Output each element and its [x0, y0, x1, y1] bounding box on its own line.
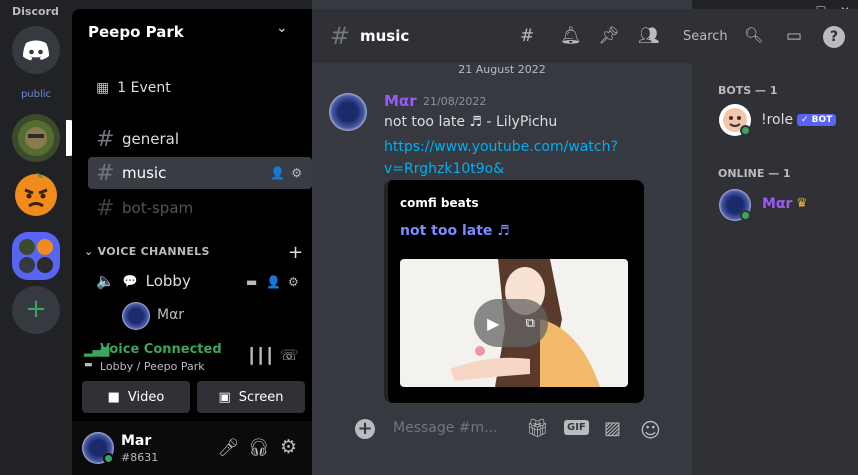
voice-channel-label: Lobby [145, 272, 191, 290]
noise-suppression-icon[interactable]: ┃┃┃ [247, 347, 274, 365]
channel-music[interactable]: # music 👤 ⚙ [88, 157, 312, 189]
channel-label: music [122, 164, 167, 182]
threads-icon[interactable]: # [520, 26, 534, 46]
message-avatar[interactable] [329, 93, 367, 131]
avatar[interactable] [122, 302, 150, 330]
invite-icon[interactable]: 👤 [266, 275, 281, 289]
hash-icon: # [96, 195, 115, 221]
disconnect-icon[interactable]: ☏ [280, 346, 299, 364]
hash-icon: # [96, 160, 115, 186]
embed-title[interactable]: not too late ♬ [400, 223, 510, 239]
voice-category-label: VOICE CHANNELS [97, 245, 210, 258]
play-icon: ▶ [487, 313, 500, 333]
open-external-icon: ⧉ [525, 315, 535, 331]
app-brand: Discord [12, 5, 59, 18]
discriminator: #8631 [121, 451, 159, 464]
discord-app: Discord — ☐ ✕ public + Peepo Park ⌄ ▦ 1 … [0, 0, 858, 475]
attach-plus-icon[interactable]: + [355, 419, 375, 439]
events-label: 1 Event [117, 80, 171, 96]
hash-icon: # [96, 126, 115, 152]
online-header: ONLINE — 1 [718, 167, 791, 180]
home-button[interactable] [12, 26, 60, 74]
message-timestamp: 21/08/2022 [423, 95, 487, 108]
server-icon-game[interactable] [12, 114, 60, 162]
soldier-avatar-icon [18, 120, 54, 156]
gear-icon[interactable]: ⚙ [288, 275, 299, 289]
play-button[interactable]: ▶ ⧉ [474, 299, 548, 347]
search-input[interactable]: Search [683, 29, 728, 44]
online-status-icon [740, 125, 751, 136]
bell-icon[interactable]: 🔔︎ [560, 26, 582, 46]
online-status-icon [740, 210, 751, 221]
video-camera-icon: ■ [107, 389, 120, 405]
voice-user-name[interactable]: Mαr [157, 307, 184, 323]
channel-bot-spam[interactable]: # bot-spam [88, 192, 312, 224]
server-folder-icon [19, 239, 53, 273]
pin-icon[interactable]: 📌︎ [598, 26, 620, 46]
emoji-icon[interactable]: ☺ [640, 418, 661, 442]
search-icon[interactable]: 🔍︎ [744, 26, 763, 44]
invite-icon[interactable]: 👤 [270, 166, 285, 180]
events-link[interactable]: ▦ 1 Event [96, 80, 171, 96]
gift-icon[interactable]: 🎁︎ [526, 418, 549, 439]
online-status-icon [103, 453, 114, 464]
headphones-icon[interactable]: 🎧︎ [248, 438, 270, 458]
voice-category[interactable]: ⌄ VOICE CHANNELS [84, 245, 210, 258]
chat-icon: 💬 [122, 274, 138, 288]
channel-label: bot-spam [122, 199, 194, 217]
screen-share-button[interactable]: ▣ Screen [197, 381, 305, 413]
screen-label: Screen [238, 389, 284, 405]
chevron-down-icon: ⌄ [84, 245, 94, 258]
gear-icon[interactable]: ⚙ [291, 166, 302, 180]
channel-label: general [122, 130, 180, 148]
date-divider: 21 August 2022 [458, 63, 546, 76]
voice-channel-lobby[interactable]: 🔈 💬 Lobby [96, 272, 191, 290]
gif-button[interactable]: GIF [564, 420, 589, 435]
server-icon-orange[interactable] [12, 170, 60, 218]
message-text: not too late ♬ - LilyPichu [384, 114, 558, 130]
bot-name[interactable]: !role [761, 112, 793, 128]
message-input[interactable]: Message #m... [393, 420, 498, 436]
folder-label: public [20, 89, 52, 100]
message-link[interactable]: https://www.youtube.com/watch?v=Rrghzk10… [384, 136, 624, 180]
channel-general[interactable]: # general [88, 123, 312, 155]
video-button[interactable]: ■ Video [82, 381, 190, 413]
voice-location[interactable]: Lobby / Peepo Park [100, 360, 205, 373]
voice-status[interactable]: Voice Connected [100, 342, 222, 357]
video-label: Video [127, 389, 165, 405]
speaker-icon: 🔈 [96, 272, 115, 290]
embed-provider[interactable]: comfi beats [400, 196, 479, 210]
chevron-down-icon[interactable]: ⌄ [276, 20, 288, 36]
help-icon[interactable]: ? [823, 26, 845, 48]
bot-badge: ✓ BOT [797, 114, 837, 126]
discord-logo-icon [23, 40, 49, 61]
username[interactable]: Mar [121, 433, 151, 449]
message-icon[interactable]: ▬ [246, 275, 257, 289]
calendar-icon: ▦ [96, 80, 110, 96]
screen-share-icon: ▣ [218, 389, 231, 405]
chat-icon: ▬ [84, 360, 93, 370]
sticker-icon[interactable]: ▨ [604, 418, 621, 439]
inbox-icon[interactable]: ▭ [786, 26, 802, 46]
microphone-icon[interactable]: 🎤︎ [218, 438, 240, 458]
hash-icon: # [330, 22, 351, 50]
channel-title: music [360, 27, 410, 45]
member-name[interactable]: Mαr [762, 196, 792, 212]
message-author[interactable]: Mαr [384, 92, 417, 110]
add-server-button[interactable]: + [12, 286, 60, 334]
crown-icon: ♛ [796, 196, 808, 211]
add-channel-icon[interactable]: + [288, 242, 303, 263]
bots-header: BOTS — 1 [718, 84, 778, 97]
gear-icon[interactable]: ⚙ [280, 436, 297, 458]
members-icon[interactable]: 👥︎ [638, 26, 660, 46]
server-folder[interactable] [12, 232, 60, 280]
angry-orange-icon [15, 173, 57, 216]
server-name[interactable]: Peepo Park [88, 23, 184, 41]
plus-icon: + [25, 294, 47, 324]
